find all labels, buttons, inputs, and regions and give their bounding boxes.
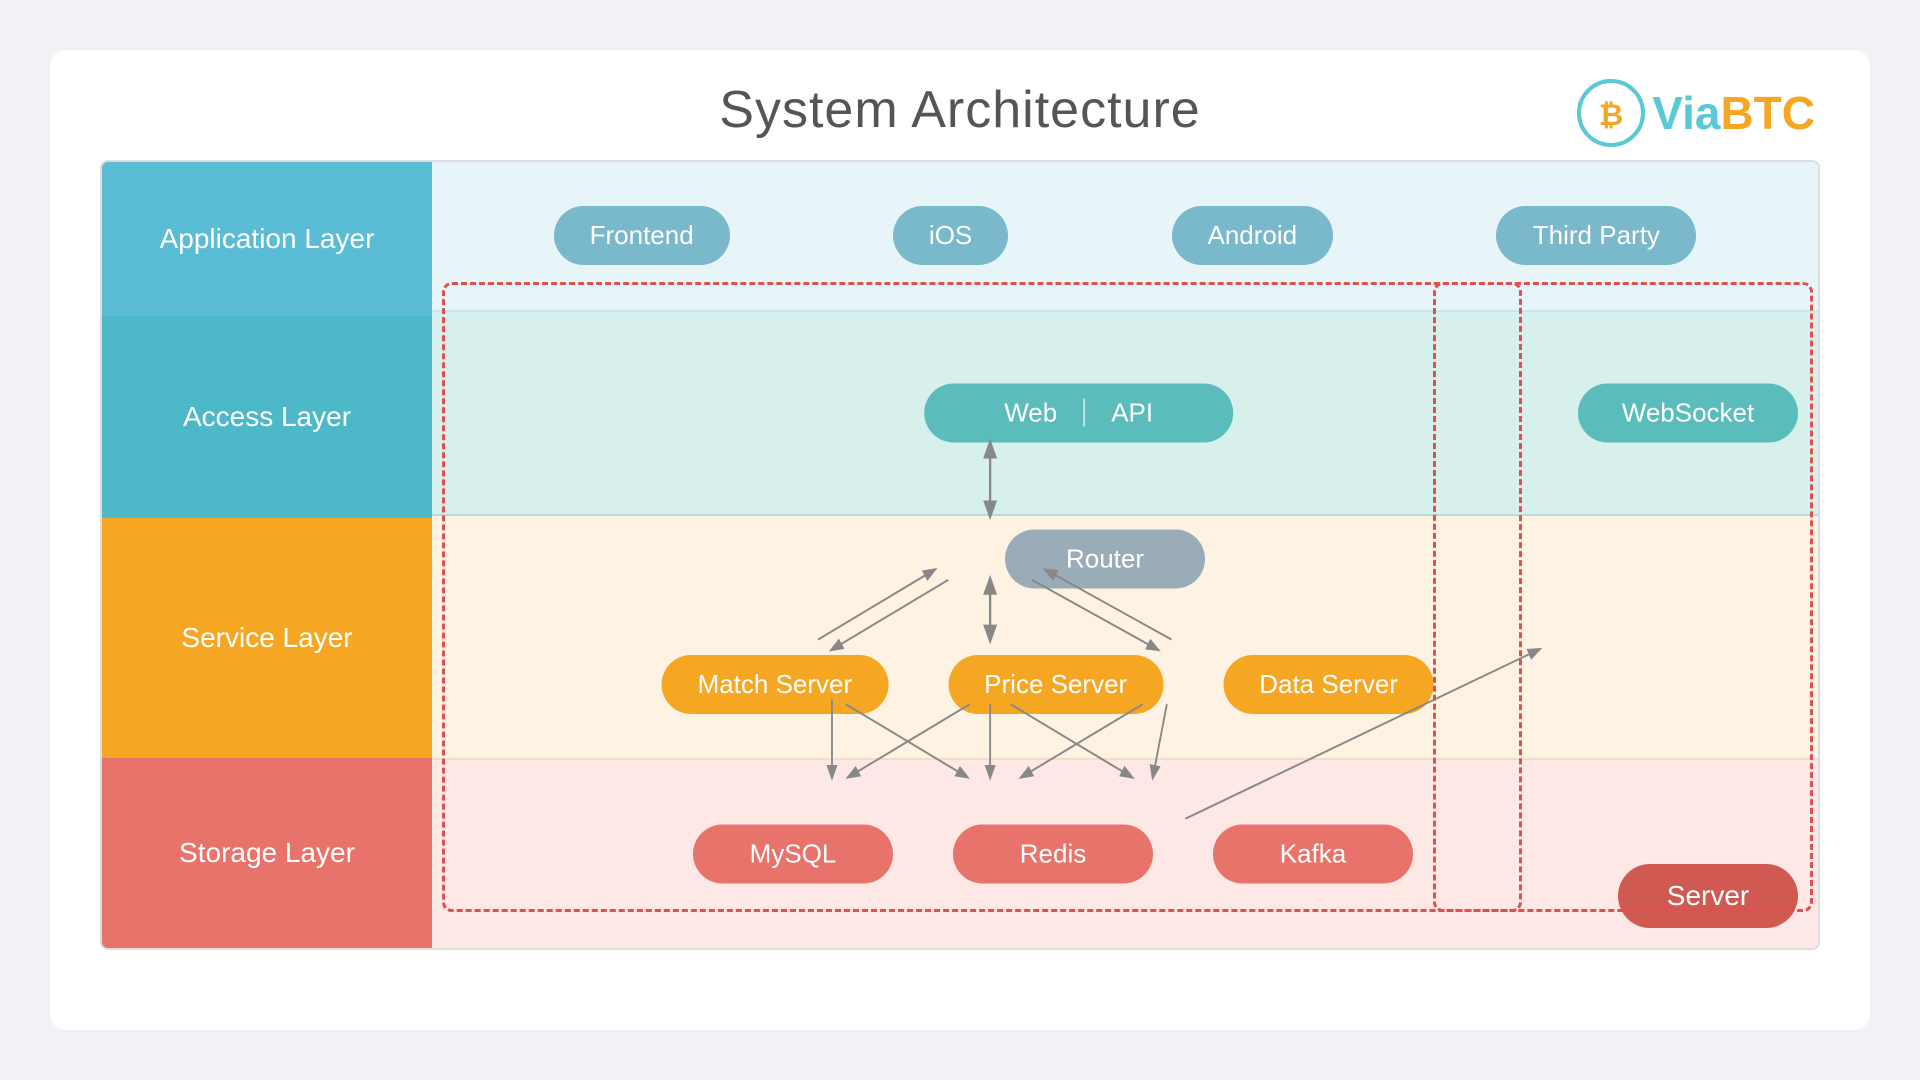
logo-icon: ₿ xyxy=(1576,78,1646,148)
label-service-layer: Service Layer xyxy=(102,518,432,757)
third-party-pill: Third Party xyxy=(1496,206,1696,265)
architecture-diagram: Application Layer Access Layer Service L… xyxy=(100,160,1820,950)
mysql-pill: MySQL xyxy=(693,824,893,883)
logo-text: ViaBTC xyxy=(1652,86,1815,140)
frontend-pill: Frontend xyxy=(554,206,730,265)
android-pill: Android xyxy=(1172,206,1334,265)
data-server-pill: Data Server xyxy=(1223,655,1434,714)
labels-column: Application Layer Access Layer Service L… xyxy=(102,162,432,948)
redis-pill: Redis xyxy=(953,824,1153,883)
access-layer-row: Web API WebSocket xyxy=(432,312,1818,516)
match-server-pill: Match Server xyxy=(662,655,889,714)
router-pill: Router xyxy=(1005,530,1205,589)
app-layer-row: Frontend iOS Android Third Party xyxy=(432,162,1818,312)
slide: System Architecture ₿ ViaBTC Application… xyxy=(50,50,1870,1030)
web-api-pill: Web API xyxy=(924,383,1233,442)
label-storage-layer: Storage Layer xyxy=(102,758,432,948)
websocket-pill: WebSocket xyxy=(1578,383,1798,442)
svg-text:₿: ₿ xyxy=(1599,99,1623,132)
server-pill: Server xyxy=(1618,864,1798,928)
logo: ₿ ViaBTC xyxy=(1576,78,1815,148)
kafka-pill: Kafka xyxy=(1213,824,1413,883)
label-access-layer: Access Layer xyxy=(102,316,432,519)
storage-layer-row: MySQL Redis Kafka Server xyxy=(432,760,1818,948)
label-application-layer: Application Layer xyxy=(102,162,432,316)
page-title: System Architecture xyxy=(100,80,1820,140)
ios-pill: iOS xyxy=(893,206,1008,265)
price-server-pill: Price Server xyxy=(948,655,1163,714)
content-column: Frontend iOS Android Third Party Web xyxy=(432,162,1818,948)
divider xyxy=(1083,399,1085,427)
service-layer-row: Router Match Server Price Server Data Se… xyxy=(432,516,1818,760)
